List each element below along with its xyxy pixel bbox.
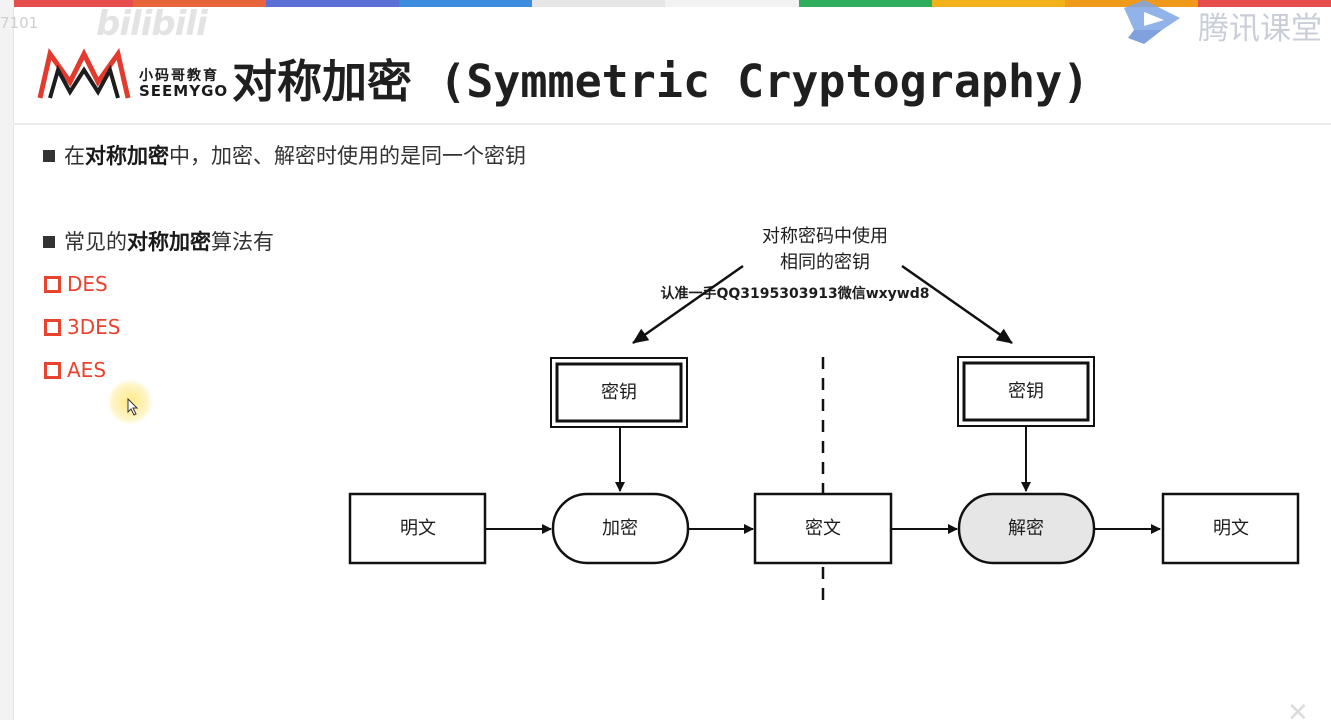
encrypt-label: 加密 (602, 518, 638, 539)
close-icon[interactable]: ✕ (1287, 698, 1309, 728)
plaintext-box-right: 明文 (1161, 492, 1300, 565)
arrow-note-to-right-key (901, 264, 1013, 345)
plaintext-left-label: 明文 (400, 518, 436, 539)
key-box-left: 密钥 (550, 357, 688, 428)
shared-key-note-line1: 对称密码中使用 (762, 226, 888, 247)
plaintext-right-label: 明文 (1213, 518, 1249, 539)
symmetric-encryption-diagram: 对称密码中使用 相同的密钥 认准一手QQ3195303913微信wxywd8 密… (348, 226, 1300, 605)
ciphertext-box: 密文 (753, 492, 893, 565)
shared-key-note-line2: 相同的密钥 (780, 252, 870, 273)
key-right-label: 密钥 (1008, 381, 1044, 402)
decrypt-process: 解密 (957, 492, 1096, 565)
contact-watermark: 认准一手QQ3195303913微信wxywd8 (660, 285, 929, 302)
encrypt-process: 加密 (551, 492, 690, 565)
key-left-label: 密钥 (601, 382, 637, 403)
plaintext-box-left: 明文 (348, 492, 487, 565)
ciphertext-label: 密文 (805, 518, 841, 539)
key-box-right: 密钥 (957, 356, 1095, 427)
arrow-note-to-left-key (632, 264, 744, 345)
decrypt-label: 解密 (1008, 518, 1044, 539)
